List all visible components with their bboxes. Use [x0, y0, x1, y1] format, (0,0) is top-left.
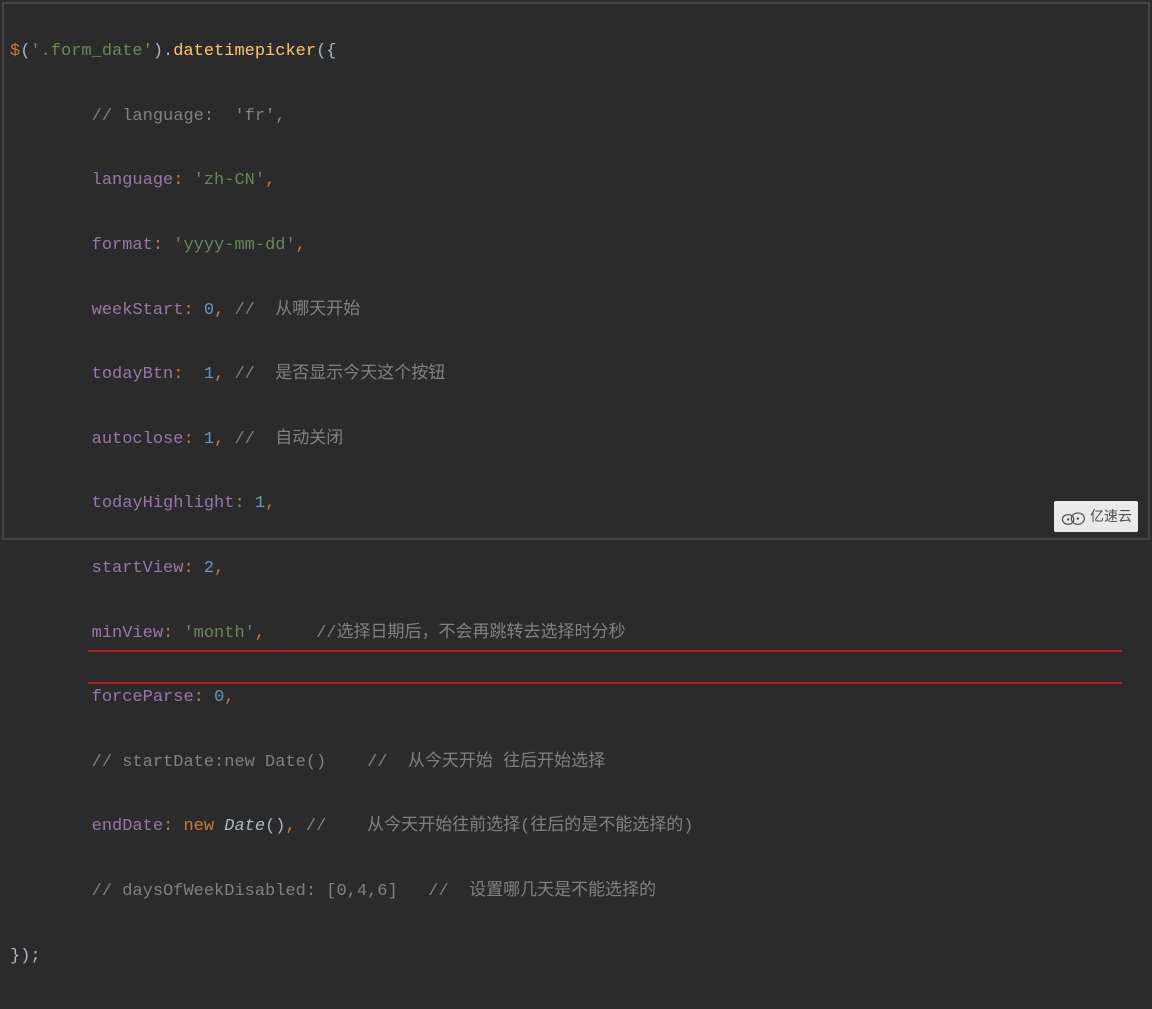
val-todaybtn: 1	[204, 365, 214, 384]
comma: ,	[214, 430, 234, 449]
indent	[10, 753, 92, 772]
watermark-box: 亿速云	[1054, 501, 1138, 532]
prop-autoclose: autoclose	[92, 430, 184, 449]
keyword-new: new	[183, 817, 214, 836]
prop-weekstart: weekStart	[92, 301, 184, 320]
code-line-0: $('.form_date').datetimepicker({	[10, 36, 1142, 68]
indent	[10, 624, 92, 643]
prop-startview: startView	[92, 559, 184, 578]
val-startview: 2	[204, 559, 214, 578]
code-line-2: language: 'zh-CN',	[10, 165, 1142, 197]
val-weekstart: 0	[204, 301, 214, 320]
indent	[10, 107, 92, 126]
code-line-3: format: 'yyyy-mm-dd',	[10, 230, 1142, 262]
prop-minview: minView	[92, 624, 163, 643]
watermark-cloud-icon	[1060, 508, 1086, 526]
code-line-4: weekStart: 0, // 从哪天开始	[10, 295, 1142, 327]
code-line-7: todayHighlight: 1,	[10, 488, 1142, 520]
code-line-13: // daysOfWeekDisabled: [0,4,6] // 设置哪几天是…	[10, 876, 1142, 908]
comment-days-disabled: // daysOfWeekDisabled: [0,4,6] // 设置哪几天是…	[92, 882, 656, 901]
code-line-5: todayBtn: 1, // 是否显示今天这个按钮	[10, 359, 1142, 391]
prop-todaybtn: todayBtn	[92, 365, 174, 384]
val-todayhighlight: 1	[255, 494, 265, 513]
colon: :	[173, 171, 193, 190]
colon: :	[194, 688, 214, 707]
colon: :	[183, 430, 203, 449]
comment-startdate: // startDate:new Date() // 从今天开始 往后开始选择	[92, 753, 605, 772]
code-block: $('.form_date').datetimepicker({ // lang…	[0, 0, 1152, 1009]
comment-autoclose: // 自动关闭	[234, 430, 343, 449]
comment-enddate: // 从今天开始往前选择(往后的是不能选择的)	[306, 817, 694, 836]
colon: :	[183, 301, 203, 320]
selector-string: '.form_date'	[30, 42, 152, 61]
closing: });	[10, 947, 41, 966]
date-parens: ()	[265, 817, 285, 836]
paren-open: (	[20, 42, 30, 61]
code-line-8: startView: 2,	[10, 553, 1142, 585]
colon: :	[173, 365, 204, 384]
paren-close-dot: ).	[153, 42, 173, 61]
prop-enddate: endDate	[92, 817, 163, 836]
comma: ,	[296, 236, 306, 255]
prop-forceparse: forceParse	[92, 688, 194, 707]
underline-bottom	[88, 650, 1122, 652]
comma: ,	[214, 559, 224, 578]
prop-todayhighlight: todayHighlight	[92, 494, 235, 513]
comment-minview: //选择日期后，不会再跳转去选择时分秒	[316, 624, 625, 643]
colon: :	[234, 494, 254, 513]
comma: ,	[214, 365, 234, 384]
jquery-dollar: $	[10, 42, 20, 61]
code-line-11: // startDate:new Date() // 从今天开始 往后开始选择	[10, 747, 1142, 779]
code-line-9: minView: 'month', //选择日期后，不会再跳转去选择时分秒	[10, 618, 1142, 650]
class-date: Date	[224, 817, 265, 836]
method-name: datetimepicker	[173, 42, 316, 61]
colon: :	[153, 236, 173, 255]
comma: ,	[285, 817, 305, 836]
comment-language-fr: // language: 'fr',	[92, 107, 286, 126]
comma: ,	[224, 688, 234, 707]
code-line-10: forceParse: 0,	[10, 682, 1142, 714]
val-zh-cn: 'zh-CN'	[194, 171, 265, 190]
colon: :	[183, 559, 203, 578]
val-format: 'yyyy-mm-dd'	[173, 236, 295, 255]
watermark: 亿速云	[1050, 499, 1142, 534]
comma: ,	[265, 171, 275, 190]
code-line-12: endDate: new Date(), // 从今天开始往前选择(往后的是不能…	[10, 811, 1142, 843]
val-minview: 'month'	[183, 624, 254, 643]
comma: ,	[265, 494, 275, 513]
indent	[10, 882, 92, 901]
space	[214, 817, 224, 836]
code-line-6: autoclose: 1, // 自动关闭	[10, 424, 1142, 456]
code-line-1: // language: 'fr',	[10, 101, 1142, 133]
comment-weekstart: // 从哪天开始	[234, 301, 360, 320]
indent	[10, 171, 92, 190]
prop-format: format	[92, 236, 153, 255]
indent	[10, 688, 92, 707]
indent	[10, 236, 92, 255]
call-open: ({	[316, 42, 336, 61]
comma: ,	[255, 624, 316, 643]
comment-todaybtn: // 是否显示今天这个按钮	[234, 365, 445, 384]
prop-language: language	[92, 171, 174, 190]
indent	[10, 817, 92, 836]
indent	[10, 494, 92, 513]
code-line-14: });	[10, 941, 1142, 973]
colon: :	[163, 817, 183, 836]
comma: ,	[214, 301, 234, 320]
indent	[10, 365, 92, 384]
val-forceparse: 0	[214, 688, 224, 707]
colon: :	[163, 624, 183, 643]
underline-top	[88, 682, 1122, 684]
indent	[10, 301, 92, 320]
indent	[10, 559, 92, 578]
indent	[10, 430, 92, 449]
watermark-text: 亿速云	[1090, 503, 1132, 530]
val-autoclose: 1	[204, 430, 214, 449]
